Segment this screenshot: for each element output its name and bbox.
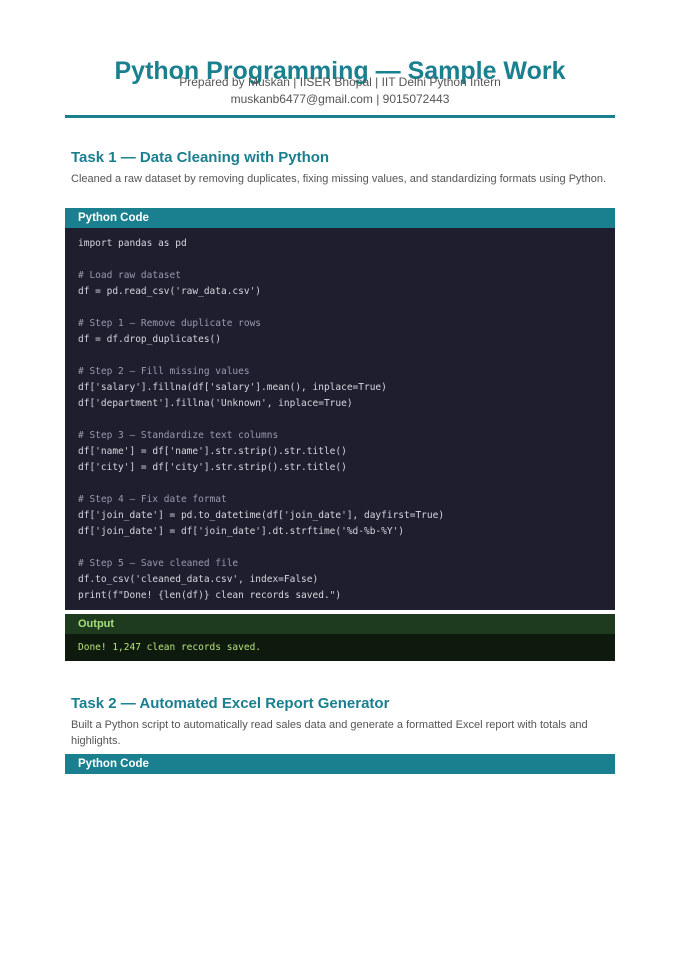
task2-description: Built a Python script to automatically r… (71, 719, 588, 747)
code-line: # Load raw dataset (78, 270, 181, 281)
code-line: print(f"Done! {len(df)} clean records sa… (78, 590, 342, 601)
code-line: import pandas as pd (78, 238, 187, 249)
task1-section: Task 1 — Data Cleaning with Python Clean… (71, 149, 615, 187)
task1-description: Cleaned a raw dataset by removing duplic… (71, 173, 607, 185)
code-line: df['department'].fillna('Unknown', inpla… (78, 398, 353, 409)
task2-code-header: Python Code (65, 754, 615, 774)
code-line: # Step 2 — Fill missing values (78, 366, 250, 377)
task2-section: Task 2 — Automated Excel Report Generato… (71, 695, 615, 749)
code-line: # Step 5 — Save cleaned file (78, 558, 239, 569)
code-line: df['name'] = df['name'].str.strip().str.… (78, 446, 347, 457)
task1-title: Task 1 — Data Cleaning with Python (71, 149, 330, 166)
task2-title: Task 2 — Automated Excel Report Generato… (71, 695, 390, 712)
code-line: df.to_csv('cleaned_data.csv', index=Fals… (78, 574, 319, 585)
code-line: # Step 4 — Fix date format (78, 494, 227, 505)
code-line: df = df.drop_duplicates() (78, 334, 221, 345)
header-divider (65, 115, 615, 118)
document-header: Python Programming — Sample Work Prepare… (0, 0, 680, 120)
code-line: df['join_date'] = df['join_date'].dt.str… (78, 526, 405, 537)
code-line: # Step 1 — Remove duplicate rows (78, 318, 262, 329)
code-line: # Step 3 — Standardize text columns (78, 430, 279, 441)
task1-code-block: import pandas as pd # Load raw dataset df … (65, 228, 615, 610)
author-line: Prepared by Muskan | IISER Bhopal | IIT … (179, 75, 501, 89)
task1-output-header: Output (65, 614, 615, 634)
code-line: df['salary'].fillna(df['salary'].mean(),… (78, 382, 387, 393)
code-line: df['join_date'] = pd.to_datetime(df['joi… (78, 510, 445, 521)
code-line: df['city'] = df['city'].str.strip().str.… (78, 462, 347, 473)
task1-output: Done! 1,247 clean records saved. (65, 634, 615, 661)
task1-code-header: Python Code (65, 208, 615, 228)
code-line: df = pd.read_csv('raw_data.csv') (78, 286, 262, 297)
contact-line: muskanb6477@gmail.com | 9015072443 (230, 92, 450, 106)
